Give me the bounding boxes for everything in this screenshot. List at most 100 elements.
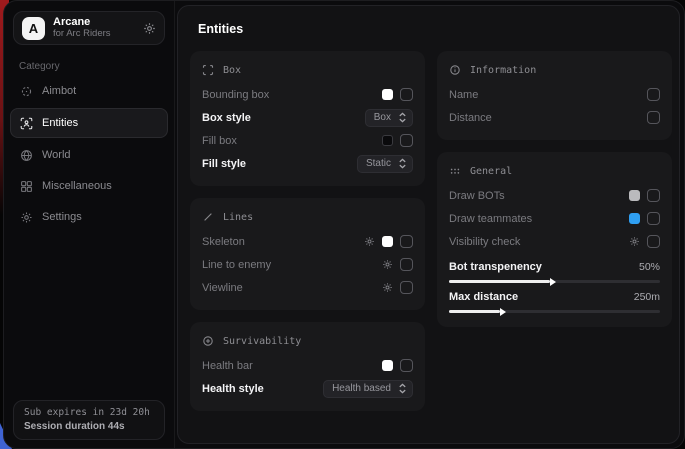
dropdown-value: Health based <box>332 383 391 394</box>
sidebar-item-miscellaneous[interactable]: Miscellaneous <box>10 172 168 200</box>
setting-label: Health style <box>202 383 264 395</box>
setting-row-fill-style: Fill style Static <box>202 152 413 175</box>
scan-icon <box>20 117 33 130</box>
gear-icon[interactable] <box>364 236 375 247</box>
setting-label: Viewline <box>202 282 243 294</box>
right-column: Information Name Distance <box>437 51 672 327</box>
setting-label: Draw teammates <box>449 213 532 225</box>
info-icon <box>449 64 461 76</box>
slider-fill <box>449 310 500 313</box>
box-corners-icon <box>202 64 214 76</box>
setting-row-health-style: Health style Health based <box>202 377 413 400</box>
checkbox[interactable] <box>400 281 413 294</box>
gear-icon[interactable] <box>629 236 640 247</box>
gear-icon[interactable] <box>382 282 393 293</box>
dropdown-value: Static <box>366 158 391 169</box>
setting-row-name: Name <box>449 83 660 106</box>
checkbox[interactable] <box>400 359 413 372</box>
sidebar-item-label: Miscellaneous <box>42 180 112 192</box>
color-swatch[interactable] <box>629 213 640 224</box>
max-distance-slider-group: Max distance 250m <box>449 288 660 313</box>
sidebar-item-label: Entities <box>42 117 78 129</box>
setting-row-viewline: Viewline <box>202 276 413 299</box>
brand-card: A Arcane for Arc Riders <box>13 11 165 45</box>
color-swatch[interactable] <box>629 190 640 201</box>
setting-row-visibility-check: Visibility check <box>449 230 660 253</box>
section-title: Survivability <box>223 336 301 347</box>
setting-label: Name <box>449 89 478 101</box>
color-swatch[interactable] <box>382 89 393 100</box>
setting-label: Visibility check <box>449 236 520 248</box>
fill-style-dropdown[interactable]: Static <box>357 155 413 173</box>
sidebar-item-entities[interactable]: Entities <box>10 108 168 138</box>
box-style-dropdown[interactable]: Box <box>365 109 413 127</box>
checkbox[interactable] <box>400 88 413 101</box>
gear-icon[interactable] <box>143 22 156 35</box>
color-swatch[interactable] <box>382 236 393 247</box>
sidebar-item-world[interactable]: World <box>10 141 168 169</box>
section-title: Lines <box>223 212 253 223</box>
health-cross-icon <box>202 335 214 347</box>
checkbox[interactable] <box>400 235 413 248</box>
setting-row-distance: Distance <box>449 106 660 129</box>
section-title: Information <box>470 65 536 76</box>
gear-icon <box>20 211 33 224</box>
dropdown-value: Box <box>374 112 391 123</box>
page-title: Entities <box>198 22 667 36</box>
sidebar-item-label: Aimbot <box>42 85 76 97</box>
arcane-window: A Arcane for Arc Riders Category <box>3 0 685 449</box>
survivability-section: Survivability Health bar Health style <box>190 322 425 411</box>
setting-row-draw-bots: Draw BOTs <box>449 184 660 207</box>
max-distance-slider[interactable] <box>449 310 660 313</box>
checkbox[interactable] <box>647 212 660 225</box>
setting-row-bounding-box: Bounding box <box>202 83 413 106</box>
bot-transparency-slider[interactable] <box>449 280 660 283</box>
checkbox[interactable] <box>647 189 660 202</box>
chevron-up-down-icon <box>398 158 407 169</box>
setting-label: Skeleton <box>202 236 245 248</box>
checkbox[interactable] <box>647 235 660 248</box>
sidebar-item-aimbot[interactable]: Aimbot <box>10 77 168 105</box>
slider-value: 50% <box>639 261 660 273</box>
setting-row-box-style: Box style Box <box>202 106 413 129</box>
slider-fill <box>449 280 550 283</box>
category-label: Category <box>19 61 174 72</box>
setting-label: Box style <box>202 112 251 124</box>
arcane-logo: A <box>22 17 45 40</box>
color-swatch[interactable] <box>382 135 393 146</box>
checkbox[interactable] <box>400 258 413 271</box>
crosshair-icon <box>20 85 33 98</box>
general-section: General Draw BOTs Draw teammates <box>437 152 672 327</box>
sidebar-nav: Aimbot Entities <box>4 77 174 231</box>
diagonal-line-icon <box>202 211 214 223</box>
setting-row-line-to-enemy: Line to enemy <box>202 253 413 276</box>
sidebar-item-label: World <box>42 149 71 161</box>
color-swatch[interactable] <box>382 360 393 371</box>
sidebar-item-settings[interactable]: Settings <box>10 203 168 231</box>
session-duration-text: Session duration 44s <box>24 421 154 432</box>
setting-label: Fill box <box>202 135 237 147</box>
lines-section: Lines Skeleton <box>190 198 425 310</box>
chevron-up-down-icon <box>398 383 407 394</box>
chevron-up-down-icon <box>398 112 407 123</box>
sidebar-item-label: Settings <box>42 211 82 223</box>
setting-label: Bounding box <box>202 89 269 101</box>
sidebar: A Arcane for Arc Riders Category <box>4 1 175 448</box>
setting-row-draw-teammates: Draw teammates <box>449 207 660 230</box>
brand-title: Arcane <box>53 16 135 29</box>
setting-row-skeleton: Skeleton <box>202 230 413 253</box>
main-panel: Entities Box <box>177 5 680 444</box>
setting-label: Fill style <box>202 158 246 170</box>
desktop: A Arcane for Arc Riders Category <box>0 0 685 449</box>
information-section: Information Name Distance <box>437 51 672 140</box>
health-style-dropdown[interactable]: Health based <box>323 380 413 398</box>
checkbox[interactable] <box>647 111 660 124</box>
subscription-status-card: Sub expires in 23d 20h Session duration … <box>13 400 165 440</box>
left-column: Box Bounding box Box style <box>190 51 425 411</box>
setting-row-health-bar: Health bar <box>202 354 413 377</box>
brand-subtitle: for Arc Riders <box>53 29 135 40</box>
setting-label: Health bar <box>202 360 253 372</box>
gear-icon[interactable] <box>382 259 393 270</box>
checkbox[interactable] <box>647 88 660 101</box>
checkbox[interactable] <box>400 134 413 147</box>
